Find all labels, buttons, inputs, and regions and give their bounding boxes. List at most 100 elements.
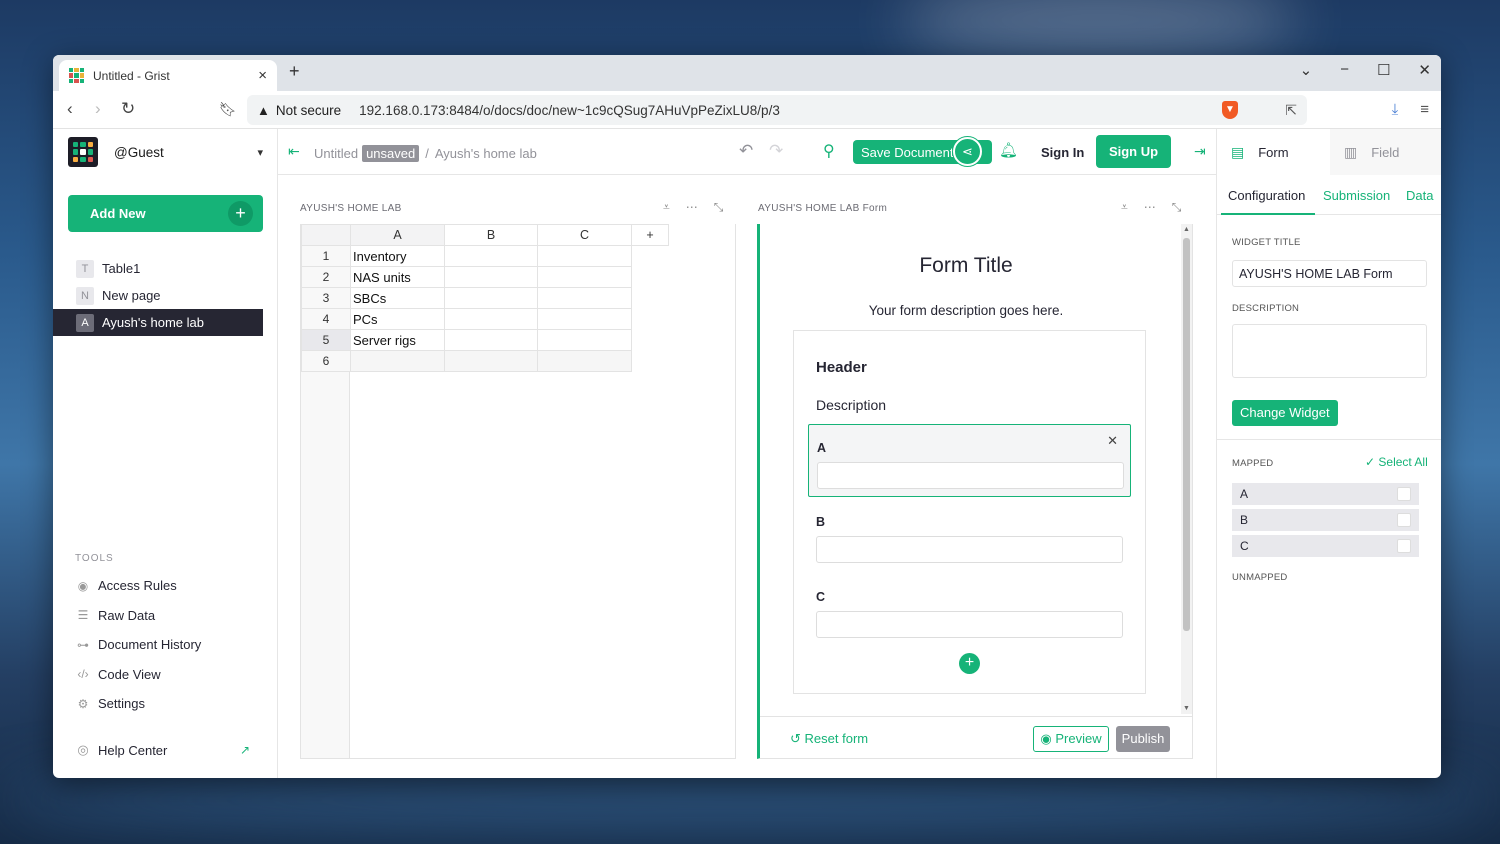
description-textarea[interactable] bbox=[1232, 324, 1427, 378]
field-b-input[interactable] bbox=[816, 536, 1123, 563]
cell-c[interactable] bbox=[537, 245, 632, 267]
more-options-icon[interactable]: ⋯ bbox=[1144, 200, 1156, 215]
scrollbar-thumb[interactable] bbox=[1183, 238, 1190, 631]
form-description[interactable]: Your form description goes here. bbox=[760, 303, 1172, 318]
cell-b[interactable] bbox=[444, 287, 538, 309]
search-icon[interactable]: ⚲ bbox=[823, 141, 835, 161]
new-tab-button[interactable]: + bbox=[289, 61, 300, 82]
close-window-icon[interactable]: ✕ bbox=[1418, 61, 1431, 79]
url-text[interactable]: 192.168.0.173:8484/o/docs/doc/new~1c9cQS… bbox=[359, 103, 1285, 118]
security-label[interactable]: Not secure bbox=[276, 103, 341, 118]
mapped-field-row[interactable]: C bbox=[1232, 535, 1419, 557]
share-icon[interactable]: ⋖ bbox=[953, 137, 982, 166]
expand-icon[interactable]: ⤡ bbox=[714, 200, 724, 215]
toggle-right-panel-icon[interactable]: ⇥ bbox=[1194, 143, 1206, 160]
sign-in-button[interactable]: Sign In bbox=[1041, 145, 1084, 160]
form-header[interactable]: Header bbox=[816, 359, 867, 376]
scroll-up-icon[interactable]: ▲ bbox=[1183, 226, 1190, 233]
grist-logo-icon[interactable] bbox=[68, 137, 98, 167]
add-column-button[interactable]: + bbox=[631, 224, 669, 246]
form-field-a[interactable]: A ✕ bbox=[808, 424, 1131, 497]
tool-settings[interactable]: ⚙ Settings bbox=[75, 689, 201, 719]
expand-icon[interactable]: ⤡ bbox=[1172, 200, 1182, 215]
menu-icon[interactable]: ≡ bbox=[1420, 101, 1429, 118]
omnibox[interactable]: ▲ Not secure 192.168.0.173:8484/o/docs/d… bbox=[247, 95, 1307, 125]
tab-search-chevron-icon[interactable]: ⌄ bbox=[1300, 61, 1313, 79]
cell-c[interactable] bbox=[537, 308, 632, 330]
publish-button[interactable]: Publish bbox=[1116, 726, 1170, 752]
share-page-icon[interactable]: ⇱ bbox=[1285, 102, 1297, 119]
cell-a[interactable]: Server rigs bbox=[350, 329, 445, 351]
cell-b[interactable] bbox=[444, 329, 538, 351]
redo-icon[interactable]: ↷ bbox=[769, 141, 783, 161]
forward-icon[interactable]: › bbox=[95, 99, 101, 119]
change-widget-button[interactable]: Change Widget bbox=[1232, 400, 1338, 426]
back-icon[interactable]: ‹ bbox=[67, 99, 73, 119]
cell-b[interactable] bbox=[444, 266, 538, 288]
add-field-button[interactable]: + bbox=[959, 653, 980, 674]
mapped-field-checkbox[interactable] bbox=[1397, 487, 1411, 501]
sort-filter-icon[interactable]: ⩡ bbox=[663, 200, 670, 215]
page-item-table1[interactable]: T Table1 bbox=[53, 255, 263, 282]
column-header-b[interactable]: B bbox=[444, 224, 538, 246]
sort-filter-icon[interactable]: ⩡ bbox=[1121, 200, 1128, 215]
more-options-icon[interactable]: ⋯ bbox=[686, 200, 698, 215]
form-title[interactable]: Form Title bbox=[760, 254, 1172, 278]
bookmark-icon[interactable]: 🔖︎ bbox=[219, 101, 237, 118]
mapped-field-row[interactable]: B bbox=[1232, 509, 1419, 531]
column-header-a[interactable]: A bbox=[350, 224, 445, 246]
mapped-field-checkbox[interactable] bbox=[1397, 539, 1411, 553]
collapse-left-panel-icon[interactable]: ⇤ bbox=[288, 143, 300, 160]
download-icon[interactable]: ⤓ bbox=[1392, 101, 1399, 118]
row-number[interactable]: 5 bbox=[301, 329, 351, 351]
tool-document-history[interactable]: ⊶ Document History bbox=[75, 630, 201, 660]
tab-field[interactable]: ▥ Field bbox=[1330, 129, 1441, 175]
cell-a[interactable]: NAS units bbox=[350, 266, 445, 288]
corner-cell[interactable] bbox=[301, 224, 351, 246]
cell-a[interactable] bbox=[350, 350, 445, 372]
preview-button[interactable]: ◉ Preview bbox=[1033, 726, 1109, 752]
row-number[interactable]: 1 bbox=[301, 245, 351, 267]
brave-shield-icon[interactable]: ▼ bbox=[1222, 101, 1238, 119]
subtab-data[interactable]: Data bbox=[1406, 188, 1433, 203]
cell-c[interactable] bbox=[537, 287, 632, 309]
field-c-input[interactable] bbox=[816, 611, 1123, 638]
scroll-down-icon[interactable]: ▼ bbox=[1183, 705, 1190, 712]
cell-b[interactable] bbox=[444, 245, 538, 267]
column-header-c[interactable]: C bbox=[537, 224, 632, 246]
form-section-description[interactable]: Description bbox=[816, 397, 886, 413]
page-item-ayush-home-lab[interactable]: A Ayush's home lab bbox=[53, 309, 263, 336]
reset-form-button[interactable]: ↺ Reset form bbox=[790, 731, 868, 747]
form-scrollbar[interactable]: ▲ ▼ bbox=[1181, 224, 1192, 714]
undo-icon[interactable]: ↶ bbox=[739, 141, 753, 161]
row-number[interactable]: 3 bbox=[301, 287, 351, 309]
mapped-field-checkbox[interactable] bbox=[1397, 513, 1411, 527]
reload-icon[interactable]: ↻ bbox=[121, 99, 135, 119]
add-new-button[interactable]: Add New + bbox=[68, 195, 263, 232]
tab-close-icon[interactable]: × bbox=[258, 67, 267, 84]
mapped-field-row[interactable]: A bbox=[1232, 483, 1419, 505]
cell-a[interactable]: Inventory bbox=[350, 245, 445, 267]
org-selector[interactable]: @Guest ▾ bbox=[68, 137, 263, 167]
select-all-button[interactable]: ✓ Select All bbox=[1365, 455, 1428, 469]
cell-c[interactable] bbox=[537, 329, 632, 351]
row-number[interactable]: 4 bbox=[301, 308, 351, 330]
field-a-input[interactable] bbox=[817, 462, 1124, 489]
tool-access-rules[interactable]: ◉ Access Rules bbox=[75, 571, 201, 601]
remove-field-icon[interactable]: ✕ bbox=[1107, 433, 1118, 449]
cell-c[interactable] bbox=[537, 266, 632, 288]
subtab-submission[interactable]: Submission bbox=[1323, 188, 1390, 203]
widget-title-input[interactable]: AYUSH'S HOME LAB Form bbox=[1232, 260, 1427, 287]
cell-a[interactable]: PCs bbox=[350, 308, 445, 330]
tool-code-view[interactable]: ‹/› Code View bbox=[75, 660, 201, 690]
maximize-icon[interactable]: ☐ bbox=[1377, 61, 1390, 79]
sign-up-button[interactable]: Sign Up bbox=[1096, 135, 1171, 168]
cell-b[interactable] bbox=[444, 350, 538, 372]
bell-icon[interactable]: 🔔︎ bbox=[999, 141, 1018, 159]
row-number[interactable]: 6 bbox=[301, 350, 351, 372]
doc-name[interactable]: Untitled bbox=[314, 146, 358, 161]
browser-tab[interactable]: Untitled - Grist × bbox=[59, 60, 277, 91]
help-center-link[interactable]: ◎ Help Center ↗ bbox=[75, 742, 250, 758]
form-section-title[interactable]: AYUSH'S HOME LAB Form bbox=[758, 203, 887, 214]
minimize-icon[interactable]: − bbox=[1340, 61, 1349, 79]
